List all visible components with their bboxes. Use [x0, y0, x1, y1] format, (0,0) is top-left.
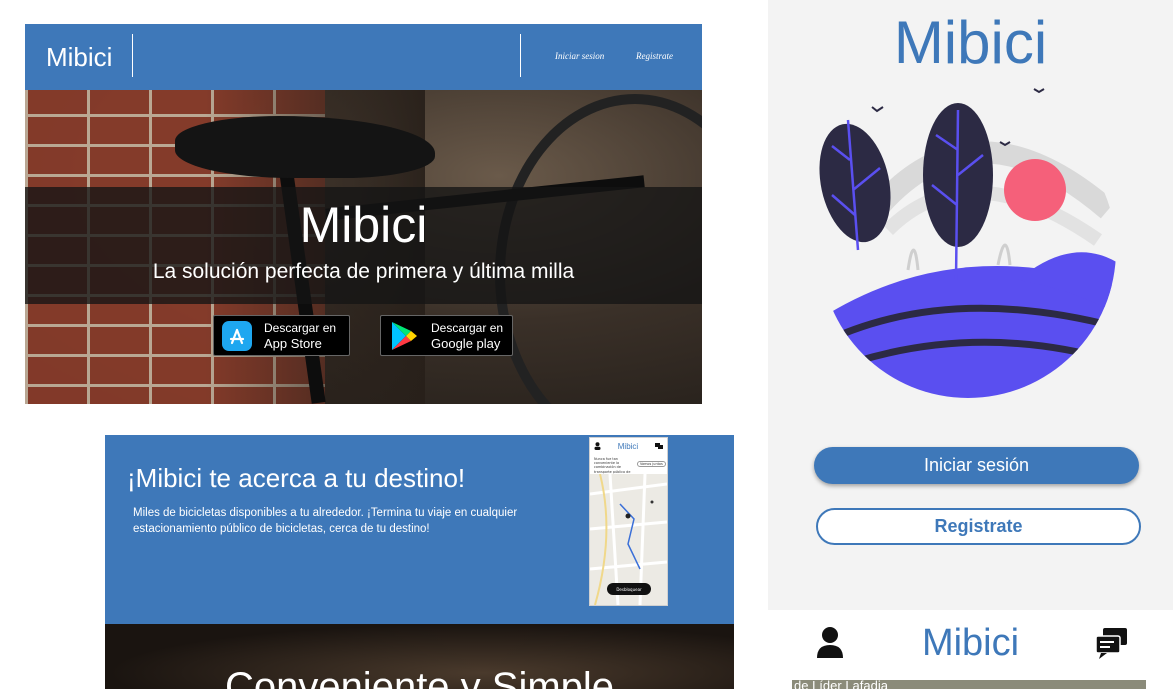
chat-icon[interactable]: [1095, 628, 1129, 660]
map-place-label: de Líder Lafadia: [794, 680, 888, 689]
hero-subtitle: La solución perfecta de primera y última…: [152, 260, 575, 283]
hero-title: Mibici: [299, 197, 428, 253]
login-button[interactable]: Iniciar sesión: [814, 447, 1139, 484]
mobile-title: Mibici: [893, 9, 1048, 76]
google-play-button[interactable]: Descargar en Google play: [380, 315, 513, 356]
google-play-icon: [389, 321, 419, 351]
app-store-button[interactable]: Descargar en App Store: [213, 315, 350, 356]
landscape-illustration: [819, 88, 1116, 398]
brand-logo[interactable]: Mibici: [46, 42, 112, 73]
promo-body: Miles de bicicletas disponibles a tu alr…: [133, 507, 518, 535]
register-button[interactable]: Registrate: [816, 508, 1141, 545]
app-store-line2: App Store: [264, 335, 322, 351]
navbar-divider: [132, 34, 133, 77]
phone-header: Mibici: [590, 438, 667, 454]
login-link[interactable]: Iniciar sesion: [555, 51, 604, 61]
app-store-icon: [222, 320, 252, 351]
phone-mockup: Mibici Nunca fue tan conveniente la comb…: [589, 437, 668, 606]
phone-tag: Vamos juntos: [637, 461, 666, 467]
promo-section: ¡Mibici te acerca a tu destino! Miles de…: [105, 435, 734, 689]
chat-icon: [654, 442, 663, 449]
google-play-line1: Descargar en: [431, 320, 504, 335]
google-play-line2: Google play: [431, 335, 501, 351]
landing-hero: Mibici Iniciar sesion Registrate Mibici …: [25, 24, 702, 404]
phone-title: Mibici: [617, 441, 639, 451]
user-icon: [594, 442, 601, 450]
navbar-divider: [520, 34, 521, 77]
mobile-login-screen: Mibici Iniciar sesión Registrate: [768, 0, 1173, 610]
register-link[interactable]: Registrate: [636, 51, 673, 61]
app-store-line1: Descargar en: [264, 320, 337, 335]
unlock-button[interactable]: Desbloquear: [607, 583, 651, 595]
map-preview[interactable]: de Líder Lafadia: [792, 680, 1146, 689]
next-section-heading: Conveniente y Simple: [224, 665, 615, 689]
mobile-map-screen: Mibici de Líder Lafadia: [768, 614, 1173, 689]
promo-heading: ¡Mibici te acerca a tu destino!: [127, 463, 466, 493]
